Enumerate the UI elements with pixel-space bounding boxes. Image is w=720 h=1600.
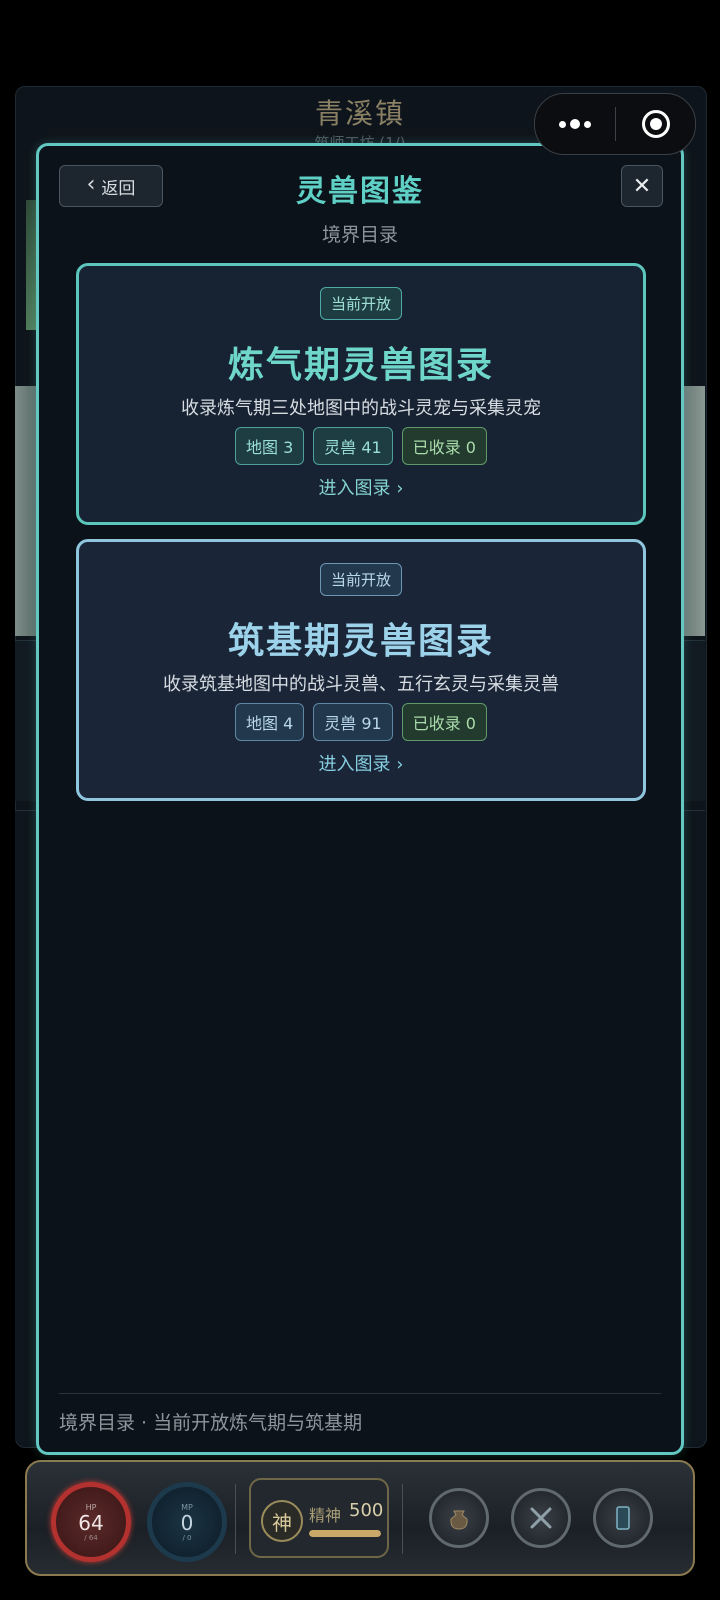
- miniprogram-capsule: [534, 93, 696, 155]
- modal-footer: 境界目录 · 当前开放炼气期与筑基期: [59, 1393, 661, 1435]
- spirit-bar-fill: [309, 1530, 381, 1537]
- tag-collected: 已收录 0: [401, 703, 487, 741]
- bestiary-modal: ‹ 返回 灵兽图鉴 ✕ 境界目录 当前开放 炼气期灵兽图录 收录炼气期三处地图中…: [36, 143, 684, 1455]
- card-title: 筑基期灵兽图录: [227, 621, 494, 662]
- swords-icon[interactable]: [511, 1488, 571, 1548]
- spirit-panel[interactable]: 神 精神 500: [249, 1478, 389, 1558]
- tag-beasts: 灵兽 41: [313, 427, 393, 465]
- spirit-bar: [309, 1530, 381, 1537]
- spirit-value: 500: [349, 1500, 384, 1521]
- tag-collected: 已收录 0: [401, 427, 487, 465]
- hud-divider: [235, 1484, 236, 1554]
- hud-divider: [402, 1484, 403, 1554]
- status-badge: 当前开放: [319, 563, 403, 596]
- mp-value: 0: [180, 1510, 194, 1535]
- modal-subtitle: 境界目录: [321, 224, 398, 246]
- spirit-label: 精神: [309, 1506, 342, 1525]
- card-title: 炼气期灵兽图录: [227, 345, 494, 386]
- close-button[interactable]: ✕: [621, 165, 663, 207]
- enter-catalog-link[interactable]: 进入图录 ›: [79, 750, 643, 776]
- realm-card-qi-refining[interactable]: 当前开放 炼气期灵兽图录 收录炼气期三处地图中的战斗灵宠与采集灵宠 地图 3 灵…: [76, 263, 646, 525]
- hp-max: / 64: [84, 1533, 98, 1542]
- more-dots-icon[interactable]: [535, 94, 615, 154]
- card-description: 收录炼气期三处地图中的战斗灵宠与采集灵宠: [181, 398, 541, 419]
- enter-catalog-link[interactable]: 进入图录 ›: [79, 474, 643, 500]
- mp-max: / 0: [182, 1533, 192, 1542]
- phone-icon[interactable]: [593, 1488, 653, 1548]
- modal-title: 灵兽图鉴: [296, 174, 424, 209]
- target-circle-icon[interactable]: [616, 94, 695, 154]
- card-description: 收录筑基地图中的战斗灵兽、五行玄灵与采集灵兽: [163, 674, 559, 695]
- bottom-hud: HP 64 / 64 MP 0 / 0 神 精神 500: [25, 1460, 695, 1576]
- tag-maps: 地图 4: [234, 703, 305, 741]
- hp-value: 64: [78, 1510, 104, 1535]
- mp-orb: MP 0 / 0: [147, 1482, 227, 1562]
- tag-beasts: 灵兽 91: [313, 703, 393, 741]
- card-tags: 地图 3 灵兽 41 已收录 0: [79, 427, 643, 465]
- status-badge: 当前开放: [319, 287, 403, 320]
- close-icon: ✕: [632, 173, 652, 199]
- hp-orb: HP 64 / 64: [51, 1482, 131, 1562]
- tag-maps: 地图 3: [234, 427, 305, 465]
- realm-card-foundation[interactable]: 当前开放 筑基期灵兽图录 收录筑基地图中的战斗灵兽、五行玄灵与采集灵兽 地图 4…: [76, 539, 646, 801]
- bag-icon[interactable]: [429, 1488, 489, 1548]
- spirit-seal-icon: 神: [261, 1500, 303, 1542]
- card-tags: 地图 4 灵兽 91 已收录 0: [79, 703, 643, 741]
